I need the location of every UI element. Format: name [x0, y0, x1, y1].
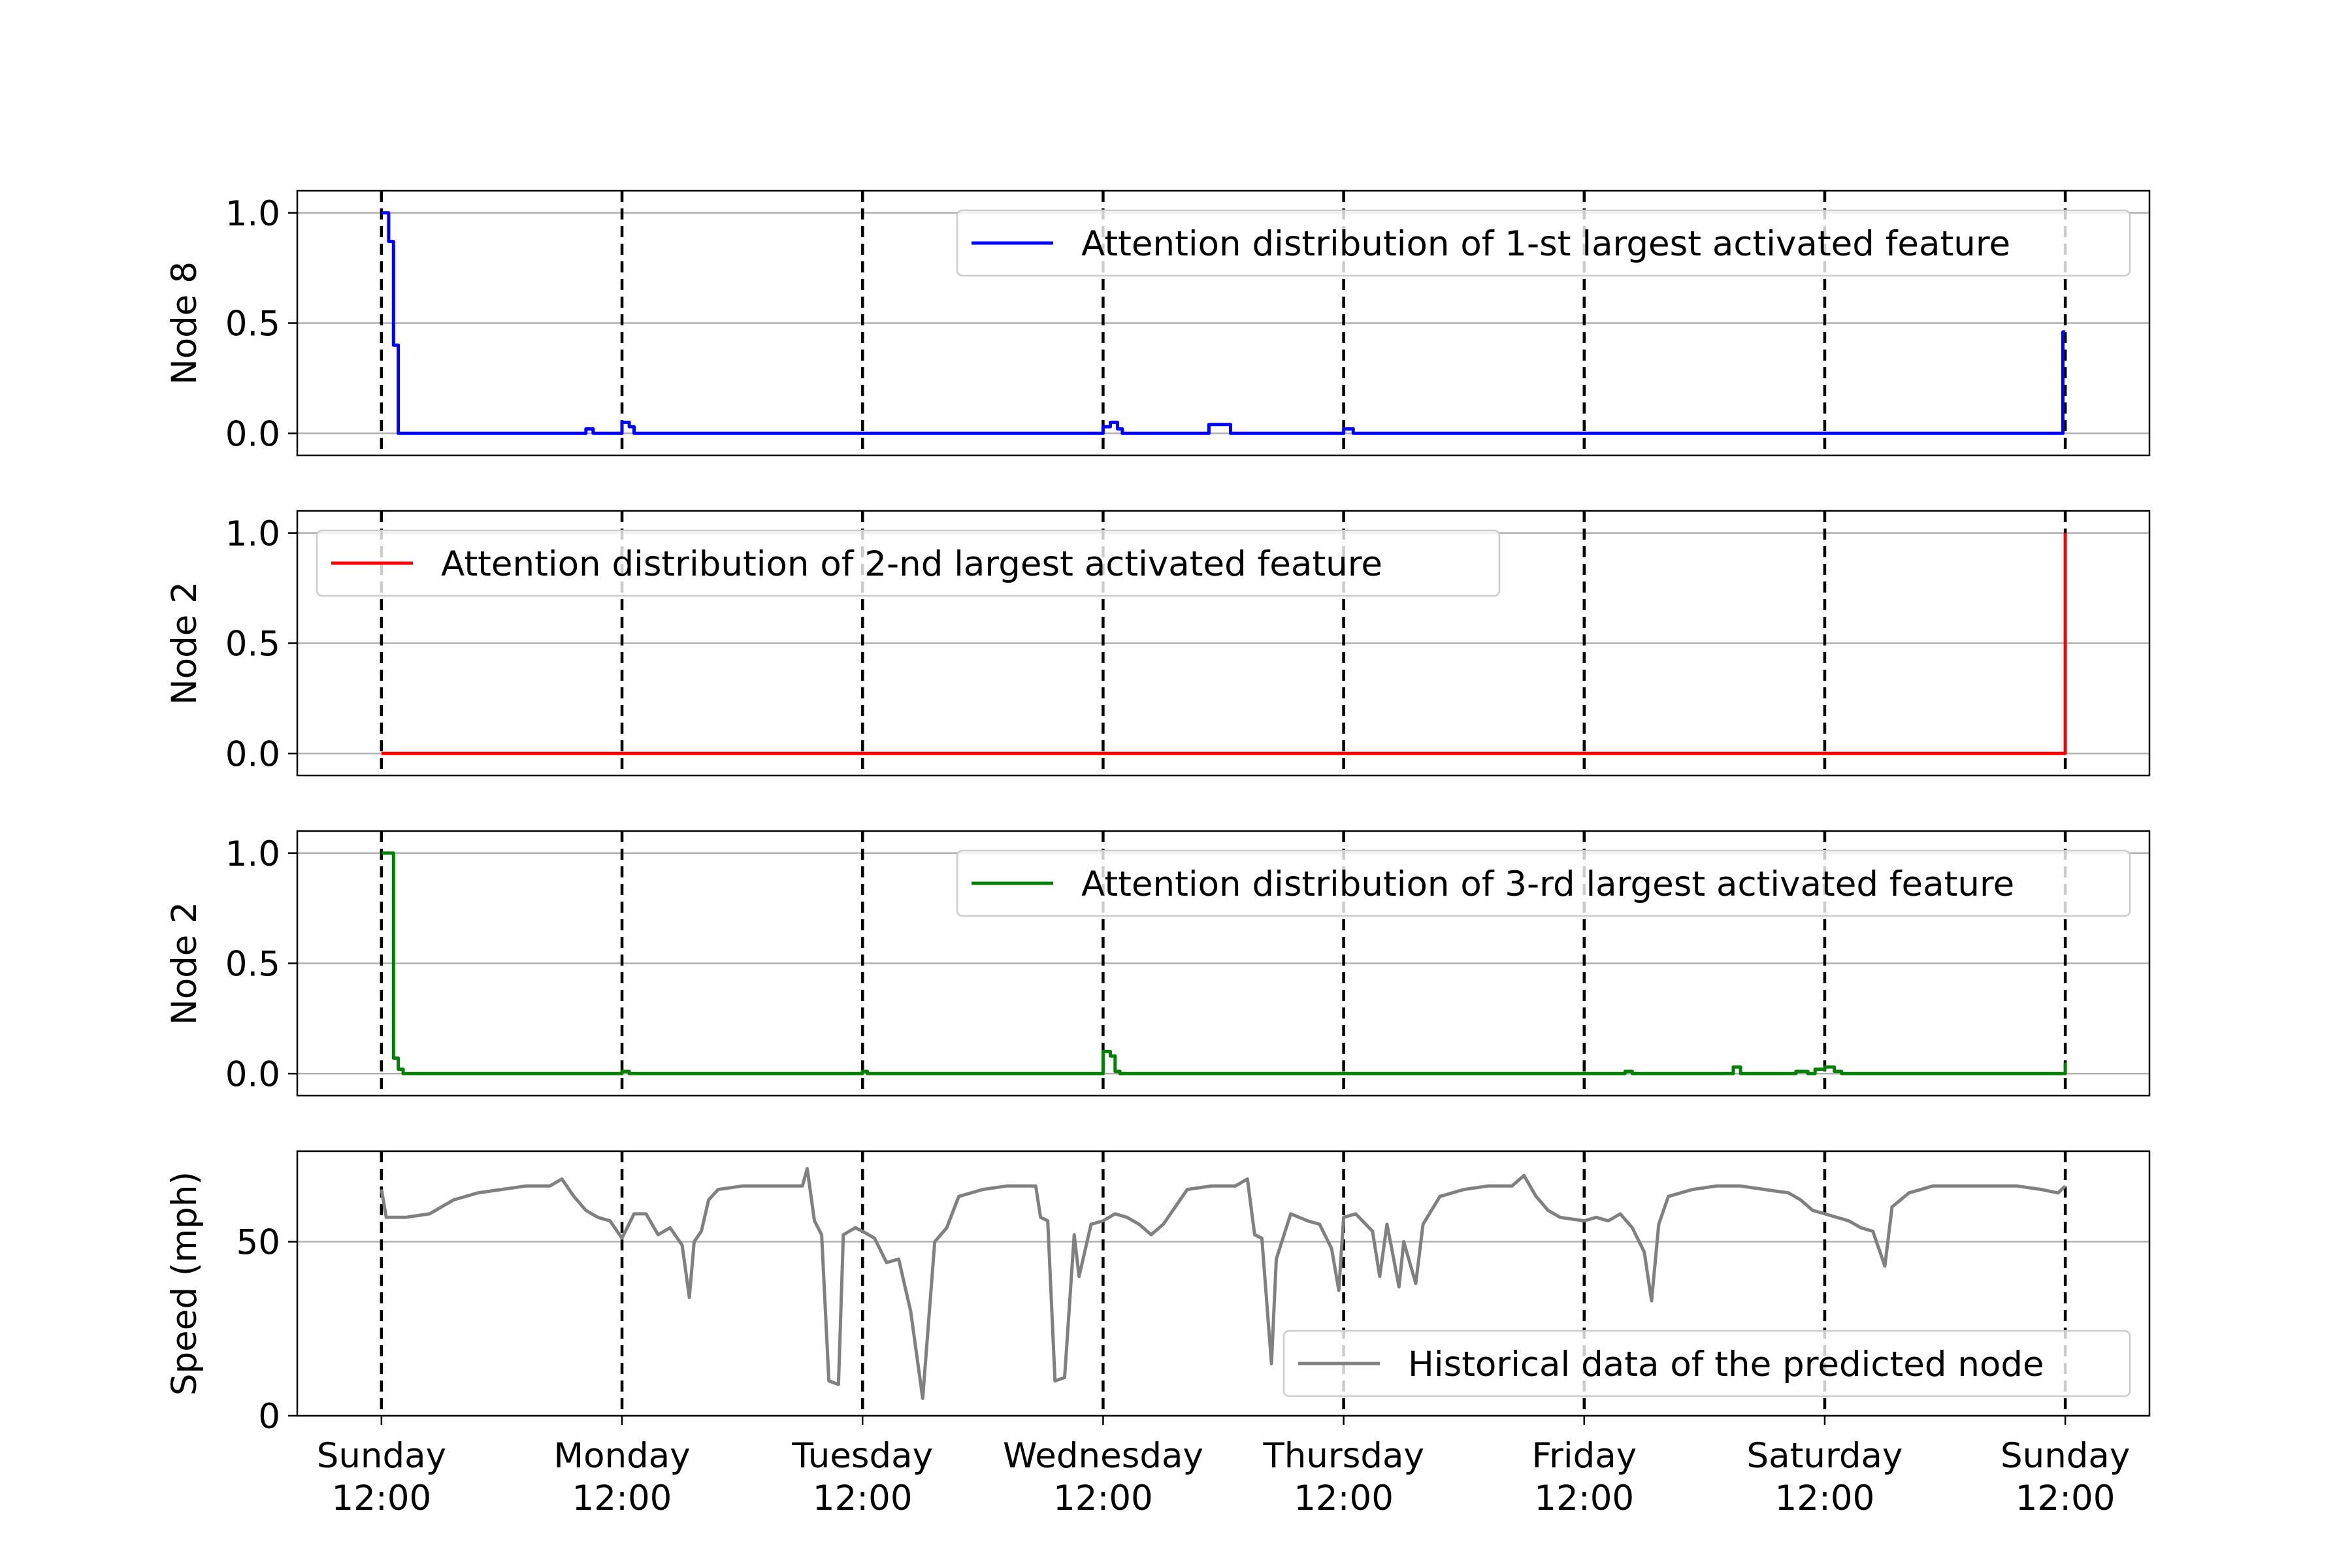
y-tick-label: 0.0 — [225, 734, 280, 774]
y-tick-label: 0.0 — [225, 1054, 280, 1094]
x-tick-label-day: Sunday — [317, 1436, 446, 1476]
x-tick-label-day: Friday — [1531, 1436, 1637, 1476]
y-axis-label: Speed (mph) — [165, 1171, 204, 1396]
legend-label: Attention distribution of 3-rd largest a… — [1081, 864, 2014, 904]
x-tick-label-time: 12:00 — [813, 1478, 913, 1518]
x-tick-label-time: 12:00 — [1294, 1478, 1394, 1518]
x-tick-label-time: 12:00 — [1534, 1478, 1634, 1518]
x-tick-label-time: 12:00 — [331, 1478, 431, 1518]
x-tick-label-time: 12:00 — [572, 1478, 672, 1518]
legend-label: Attention distribution of 1-st largest a… — [1081, 224, 2010, 264]
legend-label: Historical data of the predicted node — [1408, 1345, 2044, 1384]
x-tick-label-time: 12:00 — [1053, 1478, 1153, 1518]
y-tick-label: 0.5 — [225, 625, 280, 664]
x-tick-label-day: Sunday — [2001, 1436, 2130, 1476]
y-axis-label: Node 2 — [165, 581, 204, 705]
y-tick-label: 0.0 — [225, 414, 280, 454]
x-tick-label-day: Monday — [553, 1436, 690, 1476]
legend: Attention distribution of 3-rd largest a… — [956, 849, 2131, 917]
y-tick-label: 0.5 — [225, 304, 280, 344]
x-tick-label-day: Tuesday — [791, 1436, 933, 1476]
x-tick-label-time: 12:00 — [1775, 1478, 1875, 1518]
figure: 0.0 0.5 1.0 Node 8 Attention distribution of… — [0, 0, 2352, 1568]
legend: Attention distribution of 2-nd largest a… — [316, 529, 1501, 597]
legend-label: Attention distribution of 2-nd largest a… — [441, 544, 1382, 584]
y-tick-label: 1.0 — [225, 194, 280, 234]
y-tick-label: 0 — [258, 1397, 280, 1437]
x-tick-label-day: Saturday — [1747, 1436, 1903, 1476]
y-axis-label: Node 8 — [165, 261, 204, 385]
y-tick-label: 0.5 — [225, 945, 280, 985]
y-axis-label: Node 2 — [165, 902, 204, 1025]
legend: Historical data of the predicted node — [1282, 1330, 2131, 1397]
x-tick-label-day: Thursday — [1262, 1436, 1424, 1476]
y-tick-label: 1.0 — [225, 514, 280, 554]
y-tick-label: 50 — [237, 1223, 280, 1263]
x-tick-label-day: Wednesday — [1003, 1436, 1203, 1476]
legend: Attention distribution of 1-st largest a… — [956, 209, 2131, 277]
x-tick-label-time: 12:00 — [2016, 1478, 2115, 1518]
y-tick-label: 1.0 — [225, 834, 280, 874]
